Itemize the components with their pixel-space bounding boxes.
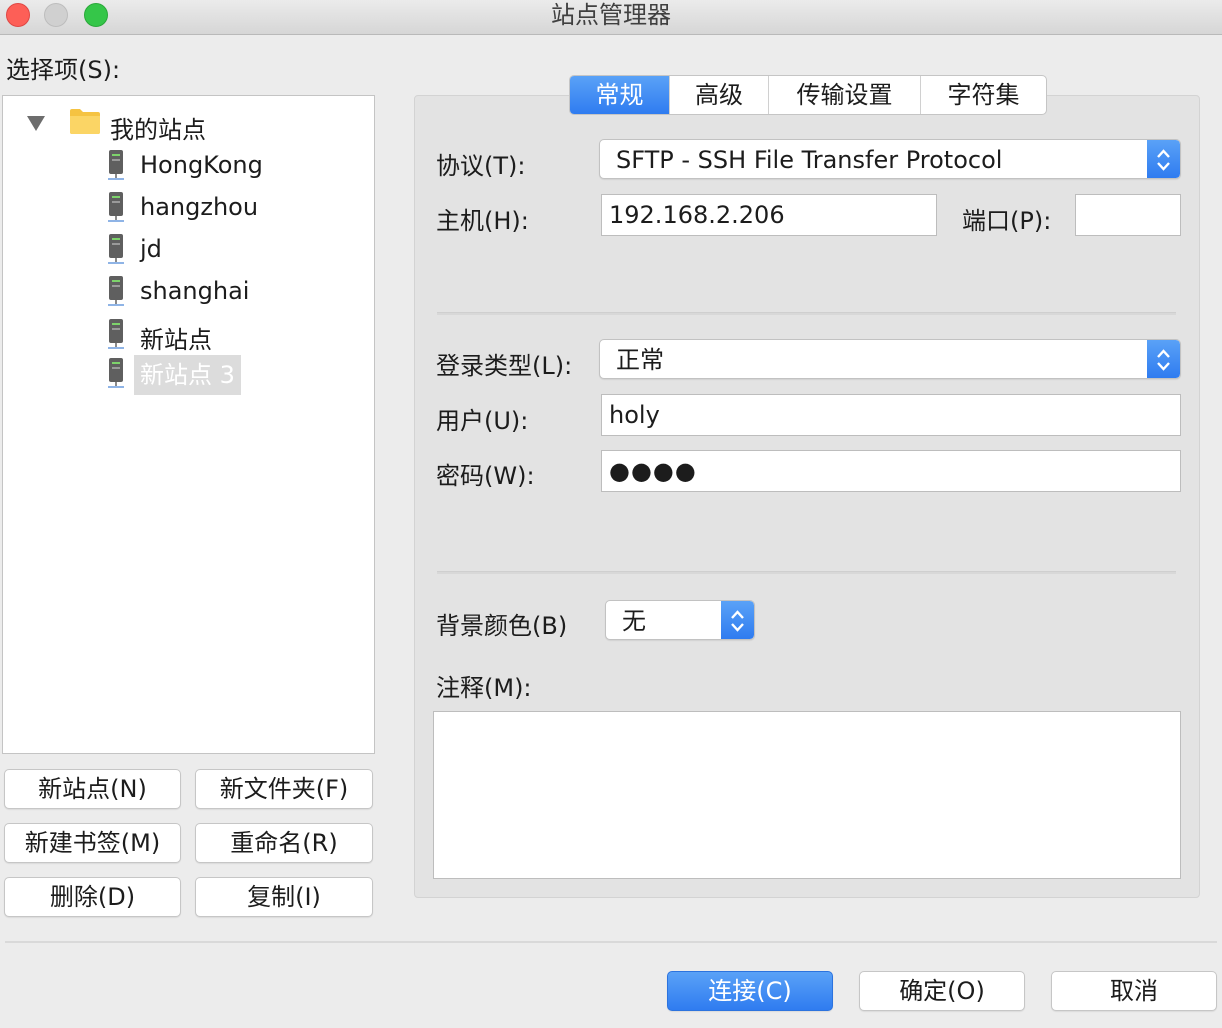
server-icon <box>108 192 124 222</box>
host-label: 主机(H): <box>436 207 529 235</box>
tree-item-site[interactable]: jd <box>140 235 162 263</box>
logon-type-label: 登录类型(L): <box>436 352 573 380</box>
ok-button[interactable]: 确定(O) <box>859 971 1025 1011</box>
select-stepper-icon <box>1147 140 1180 178</box>
host-input[interactable]: 192.168.2.206 <box>601 194 937 236</box>
comments-textarea[interactable] <box>433 711 1181 879</box>
tree-item-site[interactable]: shanghai <box>140 277 249 305</box>
server-icon <box>108 234 124 264</box>
port-label: 端口(P): <box>962 207 1052 235</box>
duplicate-button[interactable]: 复制(I) <box>195 877 373 917</box>
protocol-select[interactable]: SFTP - SSH File Transfer Protocol <box>599 139 1181 179</box>
protocol-value: SFTP - SSH File Transfer Protocol <box>616 146 1003 174</box>
new-site-button[interactable]: 新站点(N) <box>4 769 181 809</box>
select-stepper-icon <box>1147 340 1180 378</box>
logon-type-value: 正常 <box>616 346 664 374</box>
select-stepper-icon <box>721 601 754 639</box>
server-icon <box>108 319 124 349</box>
window-title: 站点管理器 <box>551 1 671 29</box>
section-divider <box>437 312 1176 315</box>
tab-advanced[interactable]: 高级 <box>670 76 769 114</box>
server-icon <box>108 276 124 306</box>
title-bar: 站点管理器 <box>0 0 1222 35</box>
background-color-label: 背景颜色(B) <box>436 612 568 640</box>
server-icon <box>108 358 124 388</box>
rename-button[interactable]: 重命名(R) <box>195 823 373 863</box>
footer-divider <box>5 941 1217 943</box>
tab-transfer-settings[interactable]: 传输设置 <box>769 76 921 114</box>
background-color-value: 无 <box>622 607 646 635</box>
new-bookmark-button[interactable]: 新建书签(M) <box>4 823 181 863</box>
tree-root-label[interactable]: 我的站点 <box>110 110 206 145</box>
folder-icon <box>70 109 100 134</box>
tree-item-site[interactable]: hangzhou <box>140 193 258 221</box>
tree-item-site[interactable]: HongKong <box>140 151 263 179</box>
select-entry-label: 选择项(S): <box>6 56 121 84</box>
server-icon <box>108 150 124 180</box>
port-input[interactable] <box>1075 194 1181 236</box>
protocol-label: 协议(T): <box>436 152 526 180</box>
user-label: 用户(U): <box>436 407 529 435</box>
password-input[interactable]: ●●●● <box>601 450 1181 492</box>
password-label: 密码(W): <box>436 462 535 490</box>
tab-charset[interactable]: 字符集 <box>921 76 1046 114</box>
tab-general[interactable]: 常规 <box>570 76 670 114</box>
section-divider <box>437 571 1176 574</box>
connect-button[interactable]: 连接(C) <box>667 971 833 1011</box>
tree-item-site[interactable]: 新站点 <box>140 320 212 355</box>
cancel-button[interactable]: 取消 <box>1051 971 1217 1011</box>
disclosure-triangle-icon[interactable] <box>27 116 45 131</box>
settings-tabs: 常规 高级 传输设置 字符集 <box>569 75 1047 115</box>
delete-button[interactable]: 删除(D) <box>4 877 181 917</box>
background-color-select[interactable]: 无 <box>605 600 755 640</box>
tree-item-site-selected[interactable]: 新站点 3 <box>134 355 241 395</box>
comments-label: 注释(M): <box>436 674 532 702</box>
user-input[interactable]: holy <box>601 394 1181 436</box>
new-folder-button[interactable]: 新文件夹(F) <box>195 769 373 809</box>
logon-type-select[interactable]: 正常 <box>599 339 1181 379</box>
